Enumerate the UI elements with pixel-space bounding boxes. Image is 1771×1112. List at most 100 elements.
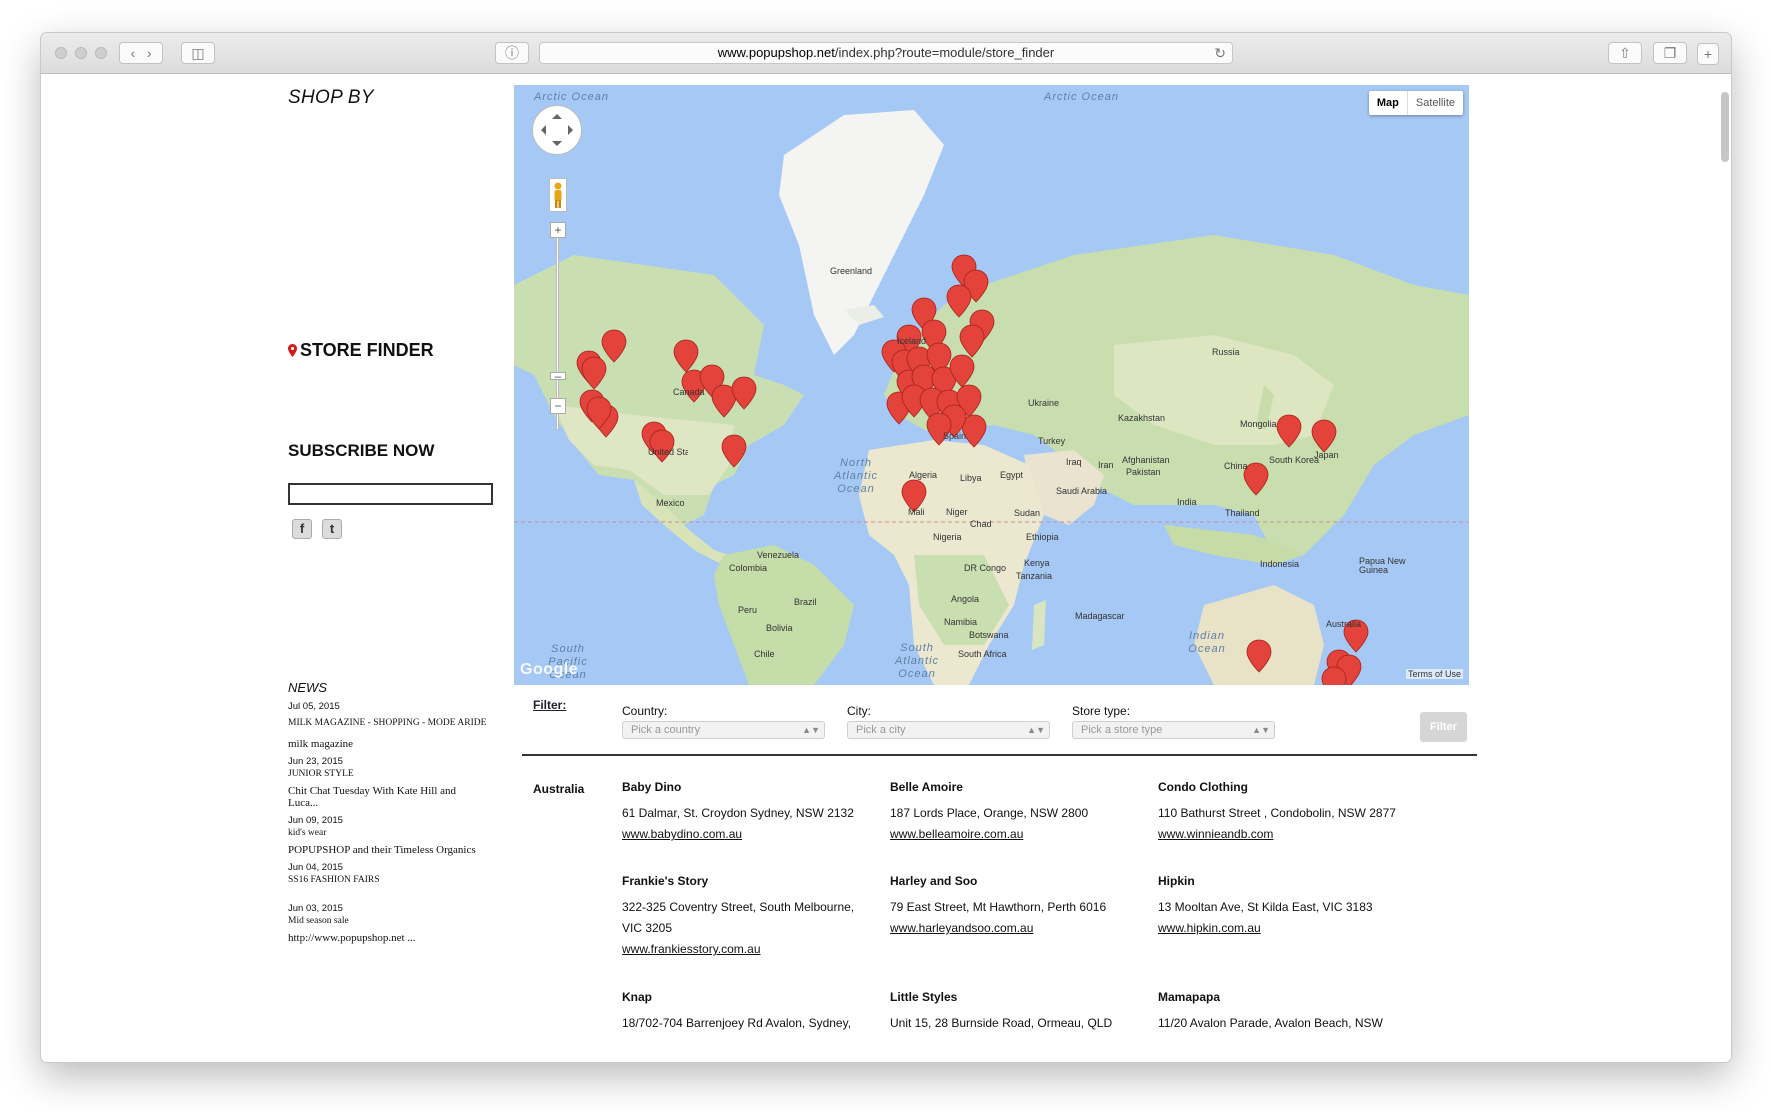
news-item[interactable]: Jun 03, 2015 Mid season sale http://www.… xyxy=(288,903,488,944)
close-window-button[interactable] xyxy=(55,47,67,59)
store-card: Little Styles Unit 15, 28 Burnside Road,… xyxy=(890,987,1130,1034)
map-label: Tanzania xyxy=(1016,571,1053,581)
map-label: Brazil xyxy=(794,597,817,607)
page-scrollbar[interactable] xyxy=(1721,92,1729,162)
store-finder-label: STORE FINDER xyxy=(300,340,434,360)
ocean-label: North Atlantic Ocean xyxy=(833,457,879,495)
store-name: Belle Amoire xyxy=(890,780,963,794)
map-label: Colombia xyxy=(729,563,768,573)
store-website-link[interactable]: www.harleyandsoo.com.au xyxy=(890,918,1130,939)
facebook-icon[interactable]: f xyxy=(292,519,312,539)
map-label: Madagascar xyxy=(1075,611,1125,621)
news-item[interactable]: Jun 09, 2015 kid's wear POPUPSHOP and th… xyxy=(288,815,488,856)
news-category: Mid season sale xyxy=(288,916,349,926)
map-type-map-button[interactable]: Map xyxy=(1369,91,1408,115)
store-address: 13 Mooltan Ave, St Kilda East, VIC 3183 xyxy=(1158,900,1373,914)
store-address: 11/20 Avalon Parade, Avalon Beach, NSW xyxy=(1158,1016,1383,1030)
country-label: Country: xyxy=(622,704,668,718)
street-view-pegman-icon[interactable] xyxy=(549,178,567,212)
map-label: Russia xyxy=(1212,347,1240,357)
new-tab-button[interactable]: + xyxy=(1697,43,1719,65)
news-headline[interactable]: milk magazine xyxy=(288,738,488,750)
country-select[interactable]: Pick a country ▲▼ xyxy=(622,721,825,739)
store-website-link[interactable]: www.frankiesstory.com.au xyxy=(622,939,862,960)
news-date: Jun 09, 2015 xyxy=(288,815,343,826)
news-item[interactable]: Jun 04, 2015 SS16 FASHION FAIRS xyxy=(288,862,488,885)
store-website-link[interactable]: www.hipkin.com.au xyxy=(1158,918,1398,939)
privacy-report-button[interactable]: ⓘ xyxy=(495,42,529,64)
map-type-control[interactable]: Map Satellite xyxy=(1368,91,1463,115)
sidebar-toggle-button[interactable]: ◫ xyxy=(181,42,215,64)
map-label: Pakistan xyxy=(1126,467,1161,477)
news-category: MILK MAGAZINE - SHOPPING - MODE ARIDE xyxy=(288,718,487,728)
store-type-select[interactable]: Pick a store type ▲▼ xyxy=(1072,721,1275,739)
tabs-overview-button[interactable]: ❐ xyxy=(1653,42,1687,64)
news-category: kid's wear xyxy=(288,828,327,838)
shop-by-heading[interactable]: SHOP BY xyxy=(288,87,374,109)
divider xyxy=(522,754,1477,756)
subscribe-heading: SUBSCRIBE NOW xyxy=(288,441,435,460)
store-card: Harley and Soo 79 East Street, Mt Hawtho… xyxy=(890,871,1130,939)
city-placeholder: Pick a city xyxy=(856,724,906,736)
map-label: Kazakhstan xyxy=(1118,413,1166,423)
ocean-label: Indian Ocean xyxy=(1188,630,1226,655)
map-label: Turkey xyxy=(1038,436,1066,446)
select-arrows-icon: ▲▼ xyxy=(1252,725,1270,735)
store-finder-link[interactable]: STORE FINDER xyxy=(288,340,434,361)
select-arrows-icon: ▲▼ xyxy=(802,725,820,735)
city-filter: City: Pick a city ▲▼ xyxy=(847,704,1050,739)
plus-icon: + xyxy=(1703,46,1713,62)
map-label: Botswana xyxy=(969,630,1009,640)
store-name: Harley and Soo xyxy=(890,874,978,888)
store-website-link[interactable]: www.winnieandb.com xyxy=(1158,824,1418,845)
store-website-link[interactable]: www.belleamoire.com.au xyxy=(890,824,1130,845)
map-label: Chile xyxy=(754,649,775,659)
map-label: Chad xyxy=(970,519,992,529)
back-icon[interactable]: ‹ xyxy=(130,45,135,61)
zoom-out-button[interactable]: − xyxy=(550,398,566,414)
store-type-label: Store type: xyxy=(1072,704,1131,718)
map-label: China xyxy=(1224,461,1248,471)
back-forward-buttons[interactable]: ‹ › xyxy=(119,42,163,64)
news-date: Jun 23, 2015 xyxy=(288,756,343,767)
map-label: Saudi Arabia xyxy=(1056,486,1108,496)
map-label: Mongolia xyxy=(1240,419,1277,429)
pan-control[interactable] xyxy=(532,105,582,155)
share-button[interactable]: ⇧ xyxy=(1608,42,1642,64)
news-headline[interactable]: Chit Chat Tuesday With Kate Hill and Luc… xyxy=(288,785,488,809)
store-type-placeholder: Pick a store type xyxy=(1081,724,1163,736)
title-bar: ‹ › ◫ ⓘ www.popupshop.net/index.php?rout… xyxy=(41,33,1731,74)
news-item[interactable]: Jul 05, 2015 MILK MAGAZINE - SHOPPING - … xyxy=(288,701,488,750)
zoom-slider-handle[interactable]: – xyxy=(550,370,566,382)
map-label: Kenya xyxy=(1024,558,1050,568)
news-headline[interactable]: POPUPSHOP and their Timeless Organics xyxy=(288,844,488,856)
store-map[interactable]: Greenland Iceland Canada Russia Kazakhst… xyxy=(514,85,1469,685)
terms-of-use-link[interactable]: Terms of Use xyxy=(1405,669,1463,679)
store-address: 322-325 Coventry Street, South Melbourne… xyxy=(622,900,855,935)
city-label: City: xyxy=(847,704,871,718)
twitter-icon[interactable]: t xyxy=(322,519,342,539)
news-headline[interactable]: http://www.popupshop.net ... xyxy=(288,932,488,944)
web-page: SHOP BY STORE FINDER SUBSCRIBE NOW f t N… xyxy=(41,74,1731,1062)
zoom-in-button[interactable]: + xyxy=(550,222,566,238)
news-item[interactable]: Jun 23, 2015 JUNIOR STYLE Chit Chat Tues… xyxy=(288,756,488,809)
map-label: Indonesia xyxy=(1260,559,1300,569)
address-bar[interactable]: www.popupshop.net/index.php?route=module… xyxy=(539,42,1233,64)
store-address: Unit 15, 28 Burnside Road, Ormeau, QLD xyxy=(890,1016,1113,1030)
map-label: Afghanistan xyxy=(1122,455,1170,465)
map-label: Algeria xyxy=(909,470,938,480)
filter-button[interactable]: Filter xyxy=(1420,712,1467,742)
minimize-window-button[interactable] xyxy=(75,47,87,59)
store-website-link[interactable]: www.babydino.com.au xyxy=(622,824,862,845)
map-label: Greenland xyxy=(830,266,873,276)
reload-icon[interactable]: ↻ xyxy=(1214,43,1226,63)
store-name: Mamapapa xyxy=(1158,990,1221,1004)
city-select[interactable]: Pick a city ▲▼ xyxy=(847,721,1050,739)
ocean-label: Arctic Ocean xyxy=(1044,91,1119,103)
map-type-satellite-button[interactable]: Satellite xyxy=(1408,91,1463,115)
forward-icon[interactable]: › xyxy=(147,45,152,61)
zoom-window-button[interactable] xyxy=(95,47,107,59)
subscribe-email-input[interactable] xyxy=(288,483,493,505)
share-icon: ⇧ xyxy=(1619,45,1631,61)
sidebar-icon: ◫ xyxy=(191,45,205,61)
